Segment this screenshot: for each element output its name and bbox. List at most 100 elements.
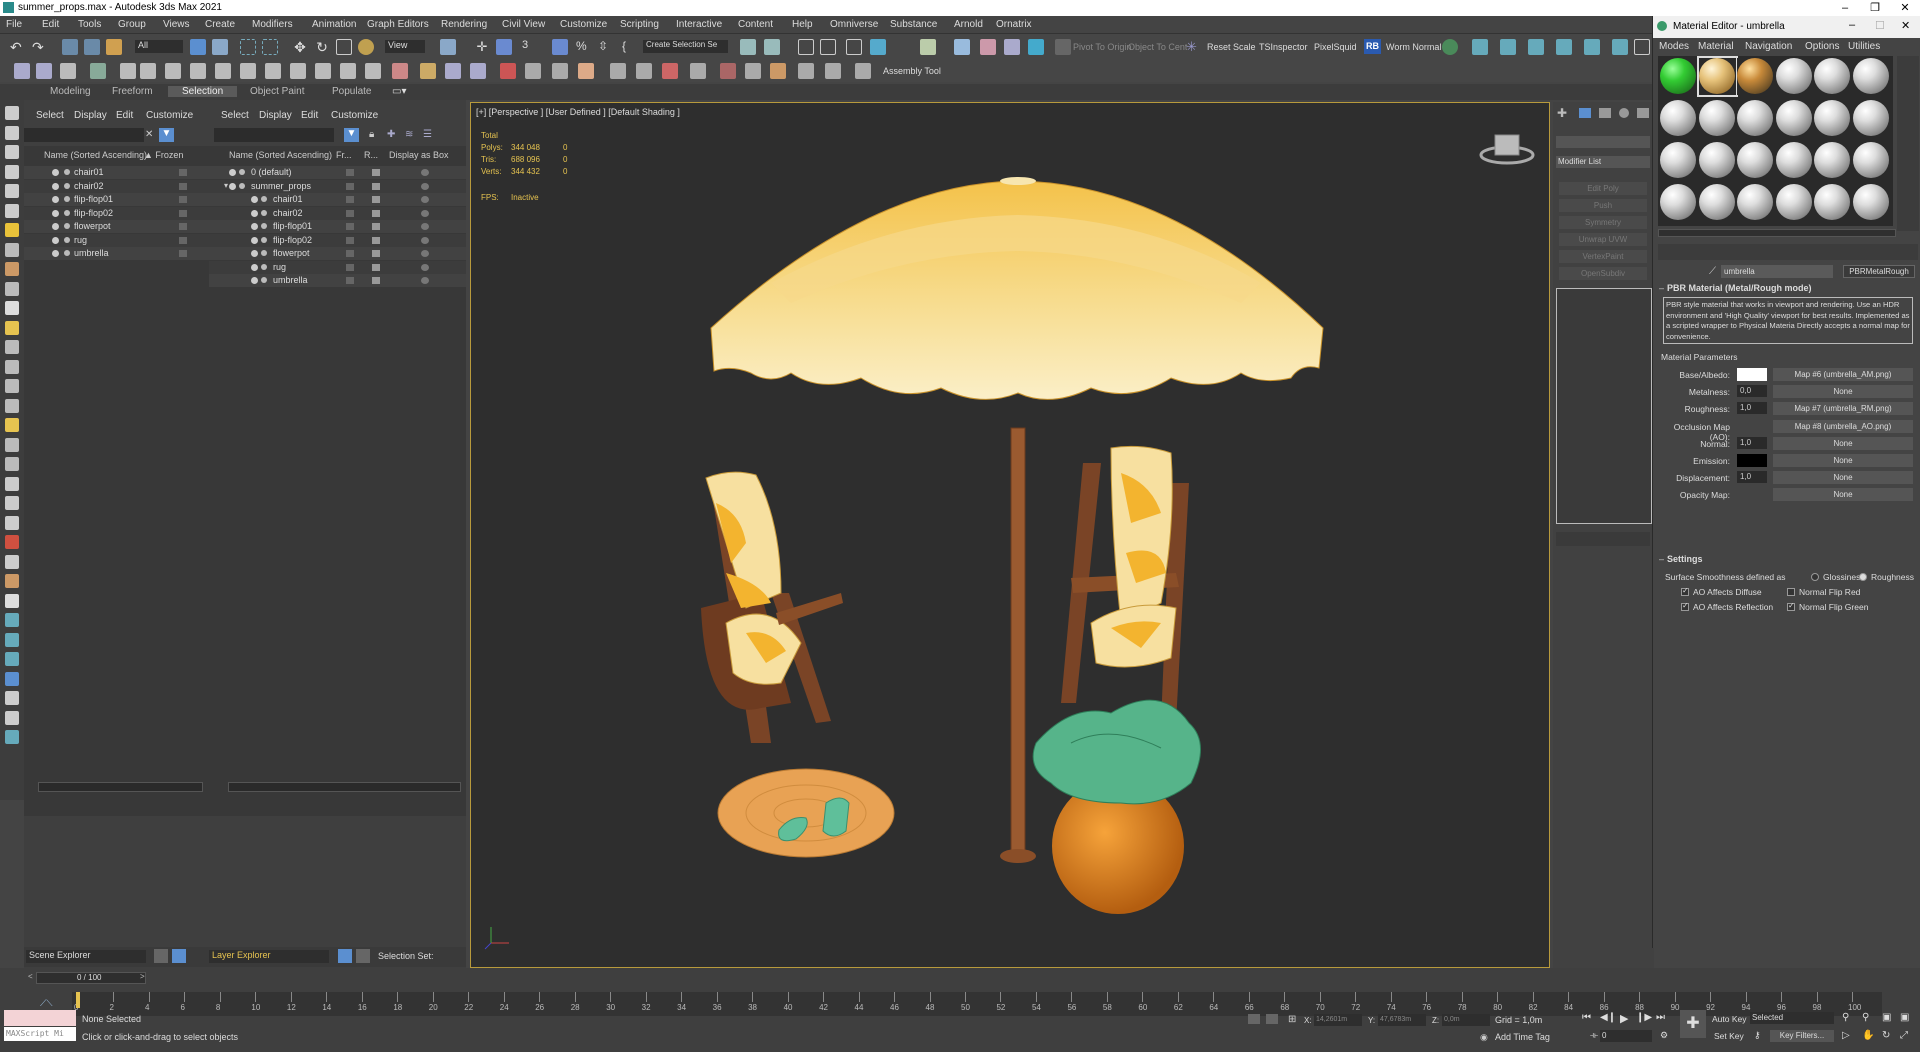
frozen-icon[interactable] xyxy=(179,182,187,190)
sample-slot[interactable] xyxy=(1814,184,1851,221)
scene-row[interactable]: flip-flop02 xyxy=(24,206,209,220)
redo-icon[interactable]: ↷ xyxy=(32,39,48,55)
render-teapot-icon[interactable] xyxy=(372,263,380,271)
layer-explorer-search-input[interactable] xyxy=(214,128,334,142)
grid-tool-icon[interactable] xyxy=(392,63,408,79)
display-box-icon[interactable] xyxy=(421,263,429,271)
undo-icon[interactable]: ↶ xyxy=(10,39,26,55)
mated-menu-modes[interactable]: Modes xyxy=(1659,41,1689,52)
tube-icon[interactable] xyxy=(5,379,19,393)
visibility-eye-icon[interactable] xyxy=(229,182,236,190)
sample-slot[interactable] xyxy=(1660,58,1697,95)
freeze-icon[interactable] xyxy=(346,182,354,190)
viewport-icon[interactable] xyxy=(1612,39,1628,55)
tab-selection[interactable]: Selection xyxy=(168,86,238,97)
next-frame-icon[interactable]: ❙▶ xyxy=(1636,1012,1652,1023)
scene-row[interactable]: flowerpot xyxy=(24,220,209,233)
filter-icon[interactable]: ▼ xyxy=(159,128,174,142)
hierarchy-tab-icon[interactable] xyxy=(1599,108,1611,118)
layer-filter-icon[interactable]: ▼ xyxy=(344,128,359,142)
sphere-icon[interactable] xyxy=(5,184,19,198)
menu-tools[interactable]: Tools xyxy=(78,19,101,30)
layer-col-display-box[interactable]: Display as Box xyxy=(389,150,449,160)
rendered-frame-icon[interactable] xyxy=(1004,39,1020,55)
motion-tab-icon[interactable] xyxy=(1619,108,1629,118)
angle-snap-icon[interactable] xyxy=(552,39,568,55)
zoom-all-icon[interactable]: ⚲ xyxy=(1862,1012,1869,1023)
rig-icon[interactable] xyxy=(5,476,19,491)
visibility-eye-icon[interactable] xyxy=(251,209,258,217)
curve-editor-icon[interactable] xyxy=(870,39,886,55)
pivot-to-origin-label[interactable]: Pivot To Origin xyxy=(1073,42,1131,52)
display-box-icon[interactable] xyxy=(421,182,429,190)
ring-tool-icon[interactable] xyxy=(265,63,281,79)
sample-slot[interactable] xyxy=(1775,100,1813,137)
box-icon[interactable] xyxy=(5,164,19,179)
layer-col-frozen[interactable]: Fr... xyxy=(336,150,352,160)
visibility-eye-icon[interactable] xyxy=(251,277,258,284)
visibility-eye-icon[interactable] xyxy=(251,250,258,257)
menu-scripting[interactable]: Scripting xyxy=(620,19,659,30)
scatter-tool-icon[interactable] xyxy=(745,63,761,79)
render-teapot-icon[interactable] xyxy=(372,250,380,257)
key-set-dropdown[interactable]: Selected xyxy=(1750,1012,1834,1024)
z-coord-field[interactable]: 0,0m xyxy=(1442,1014,1490,1026)
sample-slot[interactable] xyxy=(1696,56,1738,97)
grid-icon[interactable] xyxy=(5,632,19,647)
maximize-viewport-icon[interactable]: ⤢ xyxy=(1900,1030,1908,1041)
unwrap-tool-icon[interactable] xyxy=(610,63,626,79)
menu-content[interactable]: Content xyxy=(738,19,773,30)
freeze-icon[interactable] xyxy=(346,250,354,257)
scene-explorer-scrollbar[interactable] xyxy=(38,782,203,792)
pen-tool-icon[interactable] xyxy=(578,63,594,79)
paint-weights-icon[interactable] xyxy=(798,63,814,79)
material-editor-minimize[interactable]: – xyxy=(1849,19,1855,31)
scene-explorer-menu-customize[interactable]: Customize xyxy=(146,110,193,121)
column-frozen-header[interactable]: ▲ Frozen xyxy=(144,150,183,160)
isolate-icon[interactable] xyxy=(1248,1014,1260,1024)
scene-row[interactable]: chair02 xyxy=(24,179,209,193)
render-icon[interactable] xyxy=(1028,39,1044,55)
sample-slot[interactable] xyxy=(1814,100,1851,137)
freeze-icon[interactable] xyxy=(346,169,354,176)
mirror-icon[interactable] xyxy=(740,39,756,55)
layer-child-row[interactable]: umbrella xyxy=(209,274,466,287)
toggle-ribbon-icon[interactable] xyxy=(846,39,862,55)
reset-scale-button[interactable]: Reset Scale xyxy=(1207,42,1256,52)
layer-col-name[interactable]: Name (Sorted Ascending) xyxy=(229,150,332,160)
expand-toolbar-icon[interactable] xyxy=(1634,39,1650,55)
visibility-eye-icon[interactable] xyxy=(251,196,258,203)
freeze-icon[interactable] xyxy=(346,196,354,203)
render-setup-icon[interactable] xyxy=(980,39,996,55)
map-button[interactable]: Map #7 (umbrella_RM.png) xyxy=(1773,402,1913,416)
hair-icon[interactable] xyxy=(5,574,19,588)
pack-tool-icon[interactable] xyxy=(720,63,736,79)
param-spinner[interactable]: 0,0 xyxy=(1737,385,1767,398)
layer-options-icon[interactable] xyxy=(338,949,352,963)
visibility-eye-icon[interactable] xyxy=(251,223,258,230)
maxscript-listener[interactable] xyxy=(4,1010,76,1026)
layer-child-row[interactable]: chair02 xyxy=(209,206,466,220)
render-frame-icon[interactable] xyxy=(1472,39,1488,55)
clear-search-icon[interactable]: ✕ xyxy=(145,129,153,140)
flow-tool-icon[interactable] xyxy=(470,63,486,79)
scene-row[interactable]: flip-flop01 xyxy=(24,193,209,206)
modifier-button[interactable]: VertexPaint xyxy=(1559,250,1647,263)
named-selection-dropdown[interactable]: Create Selection Se xyxy=(643,40,728,53)
assembly-icon[interactable] xyxy=(855,63,871,79)
set-key-big-icon[interactable]: ✚ xyxy=(1680,1010,1706,1038)
maximize-button[interactable]: ❐ xyxy=(1860,0,1890,16)
orbit-icon[interactable]: ↻ xyxy=(1882,1030,1890,1041)
display-box-icon[interactable] xyxy=(421,209,429,217)
zoom-extents-all-icon[interactable]: ▣ xyxy=(1900,1012,1909,1023)
scene-row[interactable]: chair01 xyxy=(24,166,209,179)
weld-tool-icon[interactable] xyxy=(552,63,568,79)
map-button[interactable]: None xyxy=(1773,436,1913,450)
tag-icon[interactable] xyxy=(5,457,19,471)
reset-scale-icon[interactable]: ✳ xyxy=(1186,39,1202,55)
display-tab-icon[interactable] xyxy=(1637,108,1649,118)
select-by-name-icon[interactable] xyxy=(212,39,228,55)
map-button[interactable]: Map #8 (umbrella_AO.png) xyxy=(1773,419,1913,433)
sample-slot[interactable] xyxy=(1737,58,1774,95)
layer-explorer-menu-edit[interactable]: Edit xyxy=(301,110,318,121)
